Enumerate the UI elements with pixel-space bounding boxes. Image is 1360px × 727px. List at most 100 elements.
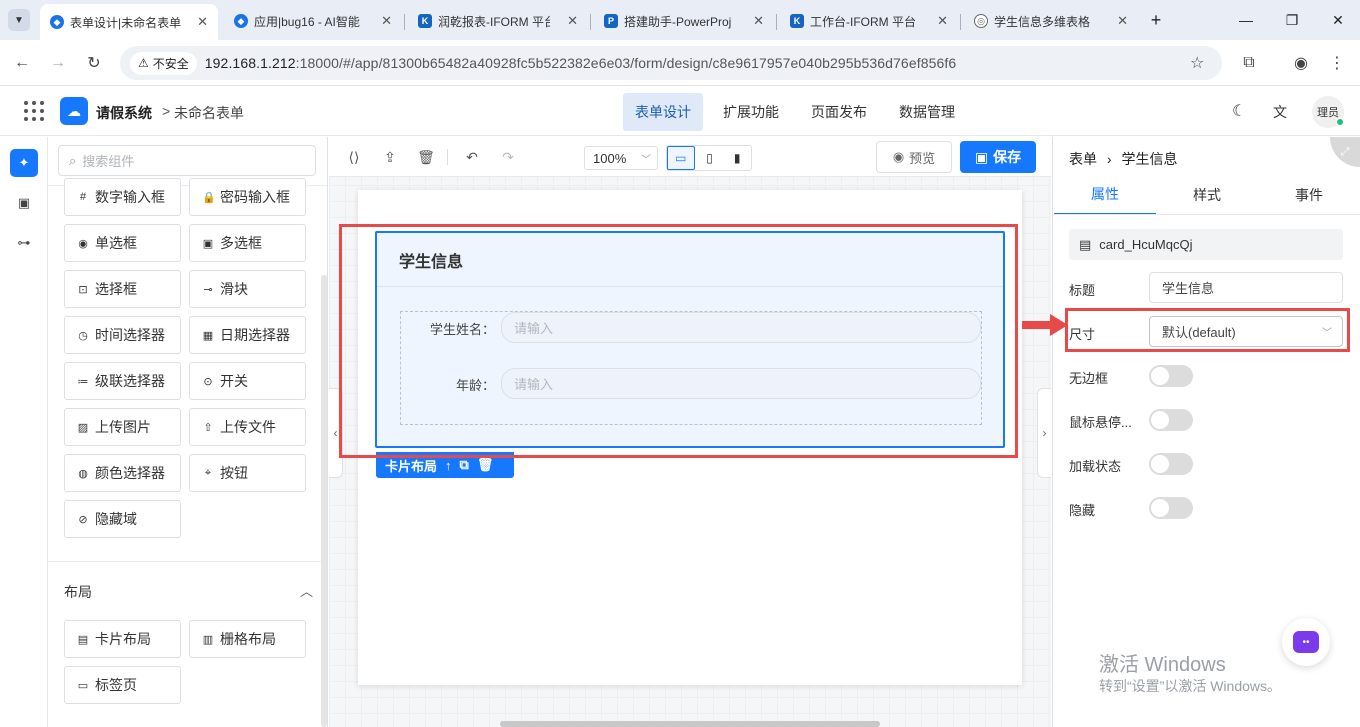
component-tabs[interactable]: ▭ 标签页 — [64, 666, 181, 704]
mobile-icon[interactable]: ▮ — [723, 146, 751, 170]
code-icon[interactable]: ⟨⟩ — [343, 146, 365, 168]
toggle-loading[interactable] — [1149, 453, 1193, 475]
browser-tab-powerproj[interactable]: P 搭建助手-PowerProj ✕ — [594, 6, 774, 36]
extensions-puzzle-icon[interactable]: ⧉ — [1236, 50, 1262, 76]
reload-icon[interactable]: ↻ — [81, 50, 107, 76]
insecure-badge[interactable]: ⚠ 不安全 — [130, 51, 197, 75]
component-select[interactable]: ⊡ 选择框 — [64, 270, 181, 308]
tab-page-publish[interactable]: 页面发布 — [799, 93, 879, 131]
delete-icon[interactable]: 🗑 — [415, 146, 437, 168]
close-icon[interactable]: ✕ — [567, 13, 578, 29]
windows-watermark-subtitle: 转到“设置”以激活 Windows。 — [1099, 678, 1282, 694]
undo-icon[interactable]: ↶ — [461, 146, 483, 168]
redo-icon[interactable]: ↷ — [497, 146, 519, 168]
data-source-icon[interactable]: ▣ — [10, 189, 38, 217]
tab-favicon-icon: ◆ — [50, 15, 64, 29]
browser-tab-student-table[interactable]: ◎ 学生信息多维表格 ✕ — [964, 6, 1138, 36]
toggle-hover[interactable] — [1149, 409, 1193, 431]
back-arrow-icon[interactable]: ← — [9, 50, 35, 76]
forward-arrow-icon[interactable]: → — [45, 50, 71, 76]
restore-icon[interactable]: ❐ — [1278, 8, 1306, 32]
tab-form-design[interactable]: 表单设计 — [623, 93, 703, 131]
search-input[interactable]: ⌕ 搜索组件 — [58, 145, 316, 176]
toggle-hidden[interactable] — [1149, 497, 1193, 519]
close-icon[interactable]: ✕ — [197, 14, 208, 30]
app-name[interactable]: 请假系统 — [96, 103, 152, 123]
assistant-chat-button[interactable]: •• — [1282, 618, 1330, 666]
component-number-input[interactable]: # 数字输入框 — [64, 178, 181, 216]
browser-nav-bar: ← → ↻ ⚠ 不安全 192.168.1.212:18000/#/app/81… — [0, 40, 1360, 86]
button-icon: ⌖ — [204, 466, 212, 479]
browser-tab-runqian-report[interactable]: K 润乾报表-IFORM 平台 ✕ — [408, 6, 588, 36]
move-up-icon[interactable]: ↑ — [445, 458, 452, 473]
tab-properties[interactable]: 属性 — [1054, 175, 1156, 215]
grid-icon: ▥ — [202, 633, 214, 646]
toggle-label-borderless: 无边框 — [1069, 371, 1109, 386]
browser-tab-workbench[interactable]: K 工作台-IFORM 平台 ✕ — [780, 6, 958, 36]
tab-data-management[interactable]: 数据管理 — [887, 93, 967, 131]
components-puzzle-icon[interactable]: ✦ — [10, 149, 38, 177]
component-color-picker[interactable]: ◍ 颜色选择器 — [64, 454, 181, 492]
tab-events[interactable]: 事件 — [1258, 175, 1360, 215]
zoom-select[interactable]: 100% ﹀ — [584, 146, 658, 170]
panel-scrollbar[interactable] — [321, 275, 327, 727]
more-menu-icon[interactable]: ⋮ — [1324, 50, 1350, 76]
tab-search-chevron-icon[interactable]: ▼ — [8, 9, 30, 31]
desktop-icon[interactable]: ▭ — [667, 146, 695, 170]
tab-favicon-icon: K — [790, 14, 804, 28]
close-icon[interactable]: ✕ — [1117, 13, 1128, 29]
title-label: 标题 — [1069, 283, 1096, 298]
component-checkbox[interactable]: ▣ 多选框 — [189, 224, 306, 262]
toggle-borderless[interactable] — [1149, 365, 1193, 387]
minimize-icon[interactable]: — — [1232, 8, 1260, 32]
close-icon[interactable]: ✕ — [381, 13, 392, 29]
collapse-right-chevron-icon[interactable]: › — [1037, 388, 1051, 478]
preview-eye-icon: ◉ — [892, 149, 905, 164]
component-slider[interactable]: ⊸ 滑块 — [189, 270, 306, 308]
component-hidden-field[interactable]: ⊘ 隐藏域 — [64, 500, 181, 538]
component-cascader[interactable]: ≔ 级联选择器 — [64, 362, 181, 400]
save-icon: ▣ — [974, 148, 989, 165]
component-radio[interactable]: ◉ 单选框 — [64, 224, 181, 262]
outline-tree-icon[interactable]: ⊶ — [10, 229, 38, 257]
component-password-input[interactable]: 🔒 密码输入框 — [189, 178, 306, 216]
apps-grid-icon[interactable] — [24, 101, 44, 121]
close-icon[interactable]: ✕ — [753, 13, 764, 29]
tab-title: 学生信息多维表格 — [994, 14, 1091, 29]
tablet-icon[interactable]: ▯ — [696, 146, 724, 170]
preview-button[interactable]: ◉ 预览 — [876, 141, 952, 173]
bookmark-star-icon[interactable]: ☆ — [1190, 53, 1204, 73]
title-input[interactable]: 学生信息 — [1149, 272, 1343, 303]
component-card-layout[interactable]: ▤ 卡片布局 — [64, 620, 181, 658]
component-grid-layout[interactable]: ▥ 栅格布局 — [189, 620, 306, 658]
browser-tab-form-design[interactable]: ◆ 表单设计|未命名表单 ✕ — [40, 4, 218, 40]
component-switch[interactable]: ⊙ 开关 — [189, 362, 306, 400]
new-tab-plus-icon[interactable]: + — [1142, 8, 1170, 32]
red-arrow-icon — [1022, 314, 1068, 336]
chevron-up-icon[interactable]: ︿ — [300, 581, 313, 600]
canvas-horizontal-scrollbar[interactable] — [500, 721, 880, 727]
window-close-icon[interactable]: ✕ — [1324, 8, 1352, 32]
clock-icon: ◷ — [78, 329, 88, 342]
profile-icon[interactable]: ◉ — [1288, 50, 1314, 76]
dark-mode-moon-icon[interactable]: ☾ — [1232, 101, 1246, 121]
browser-tab-app-bug16[interactable]: ◆ 应用|bug16 - AI智能 ✕ — [224, 6, 402, 36]
component-upload-file[interactable]: ⇧ 上传文件 — [189, 408, 306, 446]
eye-off-icon: ⊘ — [78, 513, 88, 526]
component-time-picker[interactable]: ◷ 时间选择器 — [64, 316, 181, 354]
save-button[interactable]: ▣ 保存 — [960, 141, 1036, 173]
delete-icon[interactable]: 🗑 — [477, 457, 494, 473]
toggle-label-hidden: 隐藏 — [1069, 503, 1096, 518]
tab-styles[interactable]: 样式 — [1156, 175, 1258, 215]
close-icon[interactable]: ✕ — [937, 13, 948, 29]
copy-icon[interactable]: ⧉ — [460, 457, 469, 473]
component-button[interactable]: ⌖ 按钮 — [189, 454, 306, 492]
translate-icon[interactable]: 文 — [1273, 102, 1287, 122]
import-icon[interactable]: ⇪ — [379, 146, 401, 168]
form-name[interactable]: 未命名表单 — [174, 103, 244, 123]
card-icon: ▤ — [77, 633, 89, 646]
component-upload-image[interactable]: ▨ 上传图片 — [64, 408, 181, 446]
address-bar[interactable]: ⚠ 不安全 192.168.1.212:18000/#/app/81300b65… — [120, 46, 1222, 80]
tab-extensions[interactable]: 扩展功能 — [711, 93, 791, 131]
component-date-picker[interactable]: ▦ 日期选择器 — [189, 316, 306, 354]
